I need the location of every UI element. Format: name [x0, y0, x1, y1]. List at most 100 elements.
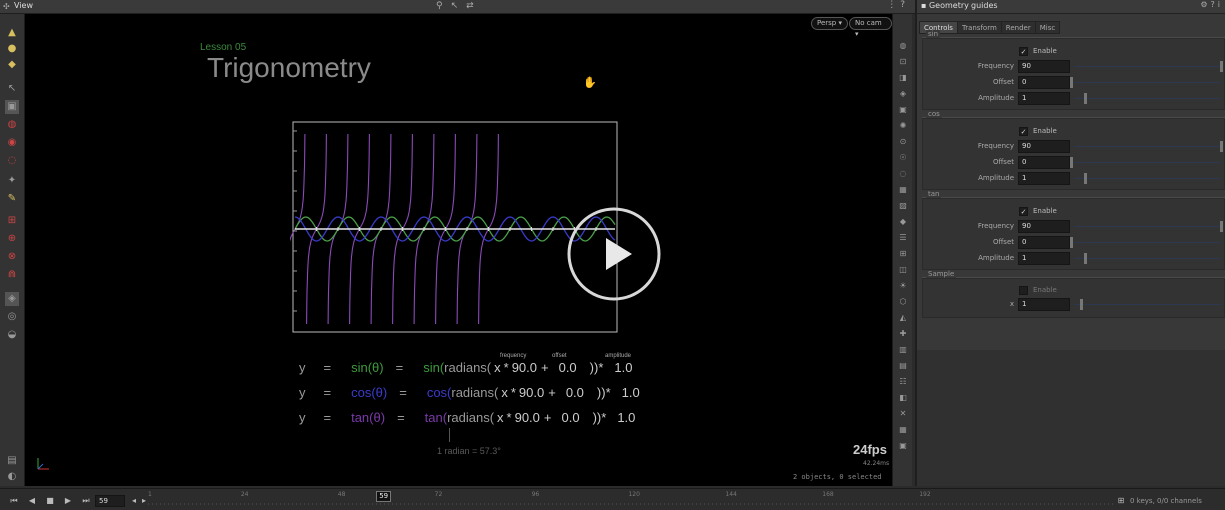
shade-icon[interactable]: ⊙ — [897, 136, 909, 148]
amplitude-field[interactable]: 1 — [1018, 172, 1070, 185]
frequency-slider-handle[interactable] — [1220, 61, 1223, 72]
arrow-tool-icon[interactable]: ↖ — [5, 82, 19, 96]
flipbook-icon[interactable]: ◐ — [5, 470, 19, 484]
scale-tool-icon[interactable]: ◉ — [5, 136, 19, 150]
lock-icon[interactable]: ◨ — [897, 72, 909, 84]
normals-icon[interactable]: ◭ — [897, 312, 909, 324]
pane-menu-icon[interactable]: ✣ — [3, 2, 10, 11]
amplitude-slider-track[interactable] — [1074, 178, 1221, 179]
offset-field[interactable]: 0 — [1018, 76, 1070, 89]
frequency-slider-handle[interactable] — [1220, 141, 1223, 152]
jump-end-icon[interactable]: ⏭ — [80, 495, 92, 507]
snap-prim-icon[interactable]: ⊗ — [5, 250, 19, 264]
ghost-icon[interactable]: ⊡ — [897, 56, 909, 68]
offset-slider-track[interactable] — [1074, 82, 1221, 83]
amplitude-slider-handle[interactable] — [1084, 93, 1087, 104]
add-icon[interactable]: ✚ — [897, 328, 909, 340]
frequency-field[interactable]: 90 — [1018, 220, 1070, 233]
sample-enable-checkbox[interactable] — [1019, 286, 1028, 295]
camera-tool-icon[interactable]: ◒ — [5, 328, 19, 342]
play-forward-icon[interactable]: ▶ — [62, 495, 74, 507]
frequency-slider-handle[interactable] — [1220, 221, 1223, 232]
layout-icon[interactable]: ⊞ — [897, 248, 909, 260]
jump-start-icon[interactable]: ⏮ — [8, 495, 20, 507]
magnet-icon[interactable]: ⋒ — [5, 268, 19, 282]
safe-area-icon[interactable]: ▦ — [897, 424, 909, 436]
transform-tool-icon[interactable]: ▣ — [5, 100, 19, 114]
split-icon[interactable]: ◫ — [897, 264, 909, 276]
close-view-icon[interactable]: ✕ — [897, 408, 909, 420]
display-options-icon[interactable]: ◍ — [897, 40, 909, 52]
offset-field[interactable]: 0 — [1018, 236, 1070, 249]
frame-input[interactable]: 59 — [95, 495, 125, 507]
offset-slider-track[interactable] — [1074, 242, 1221, 243]
offset-slider-handle[interactable] — [1070, 237, 1073, 248]
frequency-slider-track[interactable] — [1074, 146, 1221, 147]
select-tool-icon[interactable]: ▲ — [5, 26, 19, 40]
handle-tool-icon[interactable]: ◌ — [5, 154, 19, 168]
view-tool-icon[interactable]: ● — [5, 42, 19, 56]
frequency-slider-track[interactable] — [1074, 66, 1221, 67]
amplitude-slider-track[interactable] — [1074, 98, 1221, 99]
background-icon[interactable]: ◈ — [897, 88, 909, 100]
sample-x-slider-handle[interactable] — [1080, 299, 1083, 310]
help-icon[interactable]: ? — [1211, 0, 1218, 9]
scene-viewport[interactable]: Persp ▾ No cam ▾ Lesson 05 Trigonometry … — [25, 14, 892, 486]
frequency-field[interactable]: 90 — [1018, 60, 1070, 73]
frequency-field[interactable]: 90 — [1018, 140, 1070, 153]
enable-checkbox[interactable]: ✓ — [1019, 127, 1028, 136]
layout-icon[interactable]: ⋮ — [887, 0, 900, 10]
tab-render[interactable]: Render — [1000, 21, 1036, 34]
play-video-button[interactable] — [566, 206, 662, 302]
snap-grid-icon[interactable]: ⊞ — [5, 214, 19, 228]
folder-label[interactable]: Sample — [926, 270, 957, 278]
amplitude-slider-handle[interactable] — [1084, 253, 1087, 264]
info-icon[interactable]: i — [1218, 0, 1223, 9]
group-icon[interactable]: ◧ — [897, 392, 909, 404]
folder-label[interactable]: tan — [926, 190, 942, 198]
node-name-label[interactable]: guides — [971, 1, 998, 10]
enable-checkbox[interactable]: ✓ — [1019, 47, 1028, 56]
camera-icon[interactable]: ☉ — [897, 152, 909, 164]
wireframe-icon[interactable]: ▣ — [897, 104, 909, 116]
flat-icon[interactable]: ◌ — [897, 168, 909, 180]
pin-icon[interactable]: ↖ — [451, 1, 467, 11]
link-icon[interactable]: ⚲ — [436, 1, 451, 11]
amplitude-slider-handle[interactable] — [1084, 173, 1087, 184]
snap-point-icon[interactable]: ⊕ — [5, 232, 19, 246]
templates-icon[interactable]: ▤ — [897, 360, 909, 372]
amplitude-field[interactable]: 1 — [1018, 92, 1070, 105]
points-icon[interactable]: ◆ — [897, 216, 909, 228]
tab-misc[interactable]: Misc — [1034, 21, 1061, 34]
offset-slider-handle[interactable] — [1070, 77, 1073, 88]
lock-view-icon[interactable]: ◎ — [5, 310, 19, 324]
current-frame-marker[interactable]: 59 — [376, 491, 392, 502]
light-icon[interactable]: ✺ — [897, 120, 909, 132]
offset-slider-handle[interactable] — [1070, 157, 1073, 168]
amplitude-field[interactable]: 1 — [1018, 252, 1070, 265]
menu-icon[interactable]: ☷ — [897, 376, 909, 388]
help-icon[interactable]: ? — [900, 0, 909, 10]
display-icon[interactable]: ◈ — [5, 292, 19, 306]
timeline-ruler[interactable]: 1 24 48 72 96 120 144 168 192 59 — [148, 489, 1113, 510]
grid-icon[interactable]: ▦ — [897, 184, 909, 196]
frequency-slider-track[interactable] — [1074, 226, 1221, 227]
rotate-tool-icon[interactable]: ◍ — [5, 118, 19, 132]
geo-icon[interactable]: ⬡ — [897, 296, 909, 308]
sample-x-field[interactable]: 1 — [1018, 298, 1070, 311]
paint-tool-icon[interactable]: ✎ — [5, 192, 19, 206]
step-back-icon[interactable]: ◀ — [26, 495, 38, 507]
snap-icon[interactable]: ⇄ — [466, 1, 482, 11]
offset-field[interactable]: 0 — [1018, 156, 1070, 169]
sun-icon[interactable]: ☀ — [897, 280, 909, 292]
keyframe-icon[interactable]: ⊞ — [1115, 495, 1127, 507]
stop-icon[interactable]: ■ — [44, 495, 56, 507]
folder-label[interactable]: sin — [926, 30, 941, 38]
guides-icon[interactable]: ▥ — [897, 344, 909, 356]
brush-tool-icon[interactable]: ✦ — [5, 174, 19, 188]
gear-icon[interactable]: ⚙ — [1200, 0, 1210, 9]
pose-tool-icon[interactable]: ◆ — [5, 58, 19, 72]
render-region-icon[interactable]: ▤ — [5, 454, 19, 468]
snapshot-icon[interactable]: ▣ — [897, 440, 909, 452]
offset-slider-track[interactable] — [1074, 162, 1221, 163]
